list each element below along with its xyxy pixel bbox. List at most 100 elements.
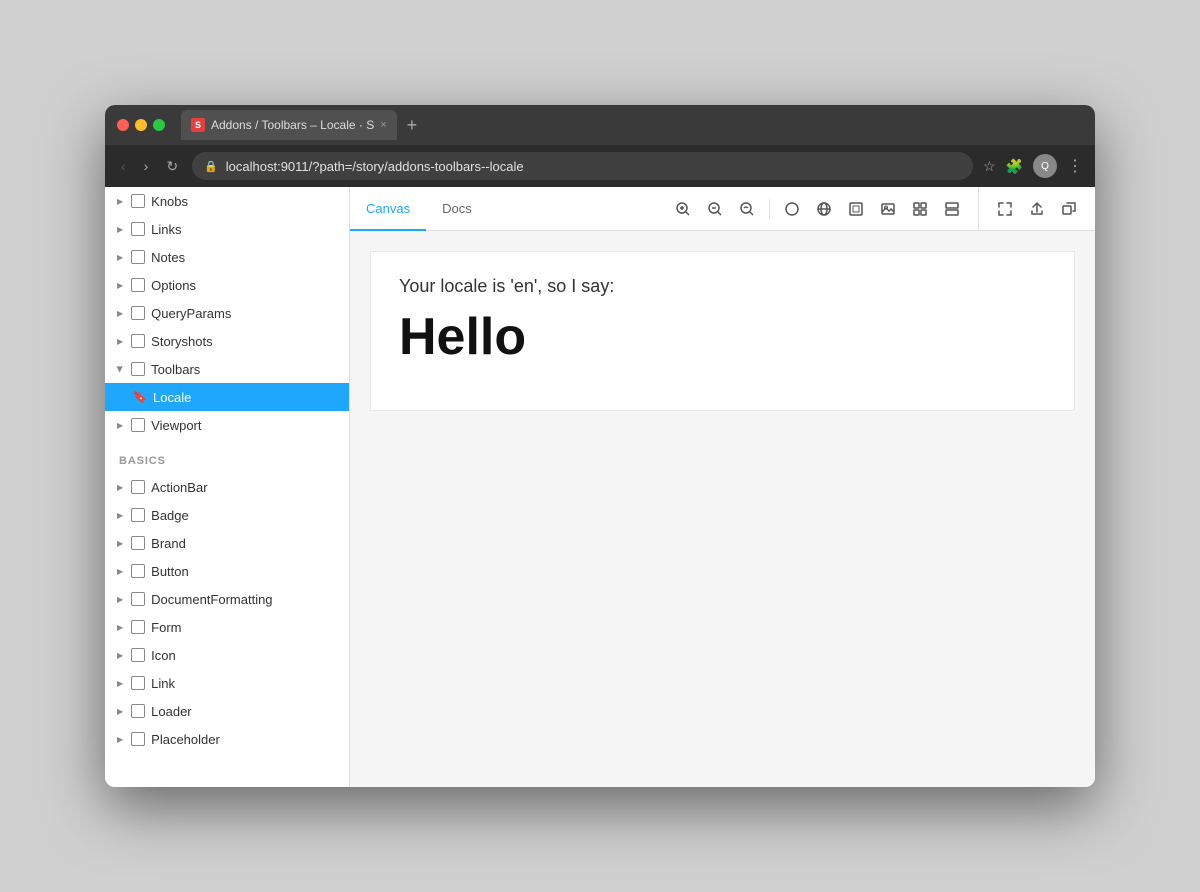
sidebar-item-form[interactable]: ▶ Form — [105, 613, 349, 641]
grid-icon — [131, 278, 145, 292]
canvas-title: Hello — [399, 309, 1046, 366]
folder-icon — [131, 536, 145, 550]
copy-link-button[interactable] — [1055, 195, 1083, 223]
sidebar-item-notes[interactable]: ▶ Notes — [105, 243, 349, 271]
sidebar-item-locale[interactable]: 🔖 Locale — [105, 383, 349, 411]
sidebar-item-badge[interactable]: ▶ Badge — [105, 501, 349, 529]
extension-icon[interactable]: 🧩 — [1006, 158, 1023, 175]
sidebar-item-label: Viewport — [151, 418, 201, 433]
sidebar-item-actionbar[interactable]: ▶ ActionBar — [105, 473, 349, 501]
address-input-wrap[interactable]: 🔒 localhost:9011/?path=/story/addons-too… — [192, 152, 973, 180]
arrow-icon: ▶ — [117, 707, 123, 716]
canvas-subtitle: Your locale is 'en', so I say: — [399, 276, 1046, 297]
grid-icon — [131, 732, 145, 746]
menu-button[interactable]: ⋮ — [1067, 156, 1083, 176]
sidebar-item-label: Icon — [151, 648, 176, 663]
sidebar-item-loader[interactable]: ▶ Loader — [105, 697, 349, 725]
arrow-icon: ▶ — [117, 309, 123, 318]
new-tab-button[interactable]: + — [401, 115, 424, 136]
tab-canvas[interactable]: Canvas — [350, 187, 426, 231]
grid-icon — [131, 362, 145, 376]
folder-icon — [131, 418, 145, 432]
folder-icon — [131, 222, 145, 236]
sidebar-item-label: Links — [151, 222, 181, 237]
address-bar: ‹ › ↻ 🔒 localhost:9011/?path=/story/addo… — [105, 145, 1095, 187]
zoom-in-button[interactable] — [669, 195, 697, 223]
sidebar-item-label: Brand — [151, 536, 186, 551]
story-toolbar: Canvas Docs — [350, 187, 1095, 231]
close-button[interactable] — [117, 119, 129, 131]
tab-close-button[interactable]: × — [380, 119, 386, 131]
sidebar-item-documentformatting[interactable]: ▶ DocumentFormatting — [105, 585, 349, 613]
sidebar: ▶ Knobs ▶ Links ▶ Notes ▶ — [105, 187, 350, 787]
border-button[interactable] — [842, 195, 870, 223]
tab-favicon: S — [191, 118, 205, 132]
canvas-frame: Your locale is 'en', so I say: Hello — [370, 251, 1075, 411]
arrow-icon: ▶ — [117, 253, 123, 262]
arrow-icon: ▶ — [117, 539, 123, 548]
maximize-button[interactable] — [153, 119, 165, 131]
globe-button[interactable] — [810, 195, 838, 223]
zoom-reset-button[interactable] — [733, 195, 761, 223]
sidebar-item-link[interactable]: ▶ Link — [105, 669, 349, 697]
folder-icon — [131, 194, 145, 208]
basics-section-label: BASICS — [105, 439, 349, 473]
bookmark-icon: 🔖 — [133, 390, 147, 404]
arrow-icon: ▶ — [117, 483, 123, 492]
grid-icon — [131, 704, 145, 718]
toolbar-right — [978, 187, 1095, 230]
arrow-icon: ▶ — [116, 366, 125, 372]
sidebar-item-knobs[interactable]: ▶ Knobs — [105, 187, 349, 215]
arrow-icon: ▶ — [117, 281, 123, 290]
sidebar-item-placeholder[interactable]: ▶ Placeholder — [105, 725, 349, 753]
sidebar-item-label: Toolbars — [151, 362, 200, 377]
back-button[interactable]: ‹ — [117, 154, 130, 178]
sidebar-item-label: Placeholder — [151, 732, 220, 747]
grid-icon — [131, 592, 145, 606]
grid-icon — [131, 306, 145, 320]
canvas-area: Your locale is 'en', so I say: Hello — [350, 231, 1095, 787]
layout-button[interactable] — [938, 195, 966, 223]
grid-icon — [131, 334, 145, 348]
sidebar-item-toolbars[interactable]: ▶ Toolbars — [105, 355, 349, 383]
browser-tab[interactable]: S Addons / Toolbars – Locale · S × — [181, 110, 397, 140]
arrow-icon: ▶ — [117, 511, 123, 520]
sidebar-item-label: Notes — [151, 250, 185, 265]
folder-icon — [131, 620, 145, 634]
sidebar-item-button[interactable]: ▶ Button — [105, 557, 349, 585]
sidebar-item-links[interactable]: ▶ Links — [105, 215, 349, 243]
zoom-out-button[interactable] — [701, 195, 729, 223]
sidebar-item-label: Form — [151, 620, 181, 635]
sidebar-item-brand[interactable]: ▶ Brand — [105, 529, 349, 557]
sidebar-item-label: Button — [151, 564, 189, 579]
tab-docs[interactable]: Docs — [426, 187, 488, 231]
refresh-button[interactable]: ↻ — [162, 154, 182, 179]
story-area: Canvas Docs — [350, 187, 1095, 787]
sidebar-item-label: Locale — [153, 390, 191, 405]
sidebar-item-label: ActionBar — [151, 480, 207, 495]
bookmark-star-icon[interactable]: ☆ — [983, 158, 996, 175]
arrow-icon: ▶ — [117, 567, 123, 576]
sidebar-item-viewport[interactable]: ▶ Viewport — [105, 411, 349, 439]
arrow-icon: ▶ — [117, 679, 123, 688]
sidebar-item-queryparams[interactable]: ▶ QueryParams — [105, 299, 349, 327]
forward-button[interactable]: › — [140, 154, 153, 178]
main-content: ▶ Knobs ▶ Links ▶ Notes ▶ — [105, 187, 1095, 787]
sidebar-item-label: Link — [151, 676, 175, 691]
address-text: localhost:9011/?path=/story/addons-toolb… — [226, 159, 961, 174]
sidebar-item-label: Storyshots — [151, 334, 212, 349]
profile-avatar[interactable]: Q — [1033, 154, 1057, 178]
circle-tool-button[interactable] — [778, 195, 806, 223]
minimize-button[interactable] — [135, 119, 147, 131]
sidebar-item-options[interactable]: ▶ Options — [105, 271, 349, 299]
arrow-icon: ▶ — [117, 225, 123, 234]
title-bar: S Addons / Toolbars – Locale · S × + — [105, 105, 1095, 145]
share-button[interactable] — [1023, 195, 1051, 223]
grid-icon — [131, 508, 145, 522]
sidebar-item-icon[interactable]: ▶ Icon — [105, 641, 349, 669]
grid-icon — [131, 564, 145, 578]
grid-button[interactable] — [906, 195, 934, 223]
image-button[interactable] — [874, 195, 902, 223]
sidebar-item-storyshots[interactable]: ▶ Storyshots — [105, 327, 349, 355]
fullscreen-button[interactable] — [991, 195, 1019, 223]
